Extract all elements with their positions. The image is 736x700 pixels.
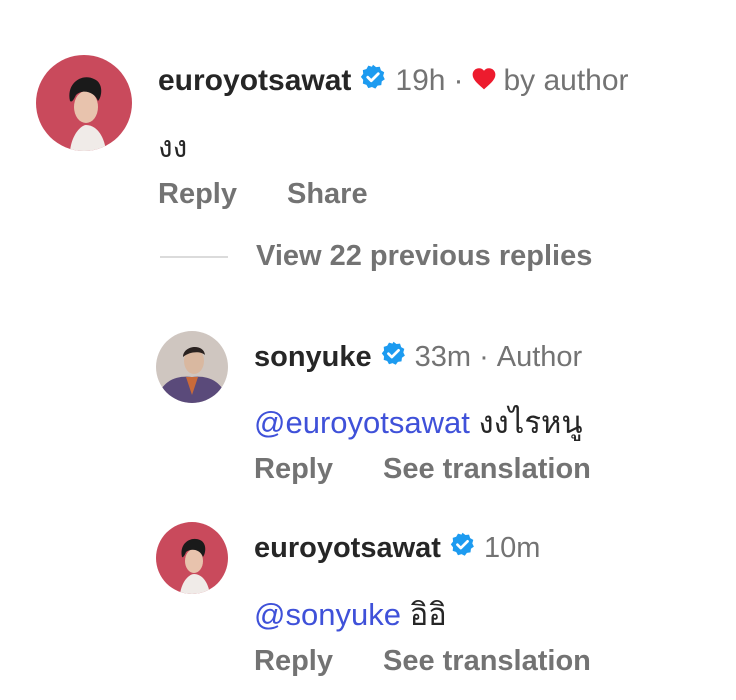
username[interactable]: euroyotsawat xyxy=(158,64,351,98)
mention-link[interactable]: @euroyotsawat xyxy=(254,405,470,440)
reply-button[interactable]: Reply xyxy=(158,178,237,211)
verified-badge-icon xyxy=(449,531,476,566)
mention-link[interactable]: @sonyuke xyxy=(254,597,401,632)
liked-by-author-label: by author xyxy=(503,64,629,97)
see-translation-button[interactable]: See translation xyxy=(383,453,591,486)
view-previous-replies-button[interactable]: View 22 previous replies xyxy=(160,240,592,273)
author-label: Author xyxy=(496,340,583,373)
timestamp: 19h xyxy=(395,64,446,97)
comment-text: งงไรหนู xyxy=(478,405,583,440)
comment-text: อิอิ xyxy=(409,597,447,632)
avatar[interactable] xyxy=(156,331,228,403)
divider xyxy=(160,255,228,258)
verified-badge-icon xyxy=(380,340,407,375)
view-previous-replies-label: View 22 previous replies xyxy=(256,240,593,272)
heart-icon xyxy=(471,64,497,98)
see-translation-button[interactable]: See translation xyxy=(383,645,591,678)
share-button[interactable]: Share xyxy=(287,178,368,211)
username[interactable]: sonyuke xyxy=(254,341,372,374)
verified-badge-icon xyxy=(359,63,387,99)
username[interactable]: euroyotsawat xyxy=(254,532,441,565)
comment-text: งง xyxy=(158,131,188,164)
separator: · xyxy=(453,64,464,97)
reply-button[interactable]: Reply xyxy=(254,453,333,486)
timestamp: 33m xyxy=(414,340,472,373)
avatar[interactable] xyxy=(36,55,132,151)
avatar[interactable] xyxy=(156,522,228,594)
reply-button[interactable]: Reply xyxy=(254,645,333,678)
timestamp: 10m xyxy=(483,531,541,564)
separator: · xyxy=(479,340,489,373)
